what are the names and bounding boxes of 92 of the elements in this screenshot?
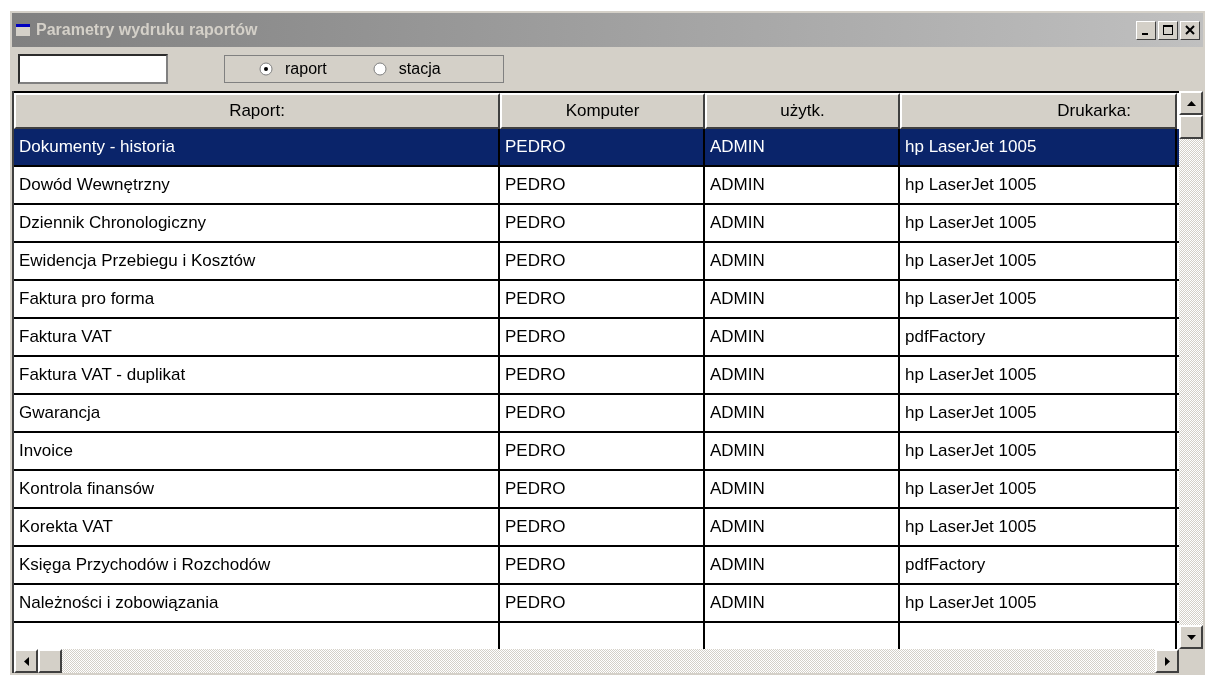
- table-cell: ADMIN: [705, 129, 900, 165]
- table-cell: PEDRO: [500, 509, 705, 545]
- table-cell: Dokumenty - historia: [14, 129, 500, 165]
- table-row[interactable]: Faktura VAT PEDRO ADMIN pdfFactory: [14, 319, 1179, 357]
- table-cell: Kontrola finansów: [14, 471, 500, 507]
- table-row[interactable]: Dowód Wewnętrzny PEDRO ADMIN hp LaserJet 1005: [14, 167, 1179, 205]
- table-cell: ADMIN: [705, 433, 900, 469]
- table-row[interactable]: Faktura VAT - duplikat PEDRO ADMIN hp LaserJet 1005: [14, 357, 1179, 395]
- table-cell: ADMIN: [705, 205, 900, 241]
- table-cell: PEDRO: [500, 129, 705, 165]
- search-field[interactable]: [18, 54, 168, 84]
- window-icon: [15, 23, 31, 37]
- table-cell: PEDRO: [500, 167, 705, 203]
- table-row[interactable]: Dziennik Chronologiczny PEDRO ADMIN hp LaserJet 1005: [14, 205, 1179, 243]
- table-cell: PEDRO: [500, 205, 705, 241]
- scroll-down-button[interactable]: [1179, 625, 1203, 649]
- minimize-button[interactable]: [1136, 20, 1156, 40]
- table-cell: hp LaserJet 1005: [900, 281, 1177, 317]
- table-cell: Invoice: [14, 433, 500, 469]
- scroll-thumb[interactable]: [38, 649, 62, 673]
- table-row[interactable]: Korekta VAT PEDRO ADMIN hp LaserJet 1005: [14, 509, 1179, 547]
- maximize-button[interactable]: [1158, 20, 1178, 40]
- table-cell: Księga Przychodów i Rozchodów: [14, 547, 500, 583]
- vertical-scrollbar[interactable]: [1179, 91, 1203, 649]
- table-row[interactable]: Księga Przychodów i Rozchodów PEDRO ADMIN pdfFactory: [14, 547, 1179, 585]
- table-cell: ADMIN: [705, 509, 900, 545]
- table-cell: pdfFactory: [900, 319, 1177, 355]
- table-cell: ADMIN: [705, 547, 900, 583]
- table-cell: ADMIN: [705, 167, 900, 203]
- table-cell: Faktura VAT - duplikat: [14, 357, 500, 393]
- table-cell: ADMIN: [705, 585, 900, 621]
- column-header[interactable]: Raport:: [14, 93, 500, 129]
- radio-option[interactable]: raport: [259, 60, 327, 78]
- column-header[interactable]: użytk.: [705, 93, 900, 129]
- maximize-icon: [1163, 25, 1173, 35]
- table-cell: hp LaserJet 1005: [900, 167, 1177, 203]
- table-cell: PEDRO: [500, 357, 705, 393]
- table-cell: PEDRO: [500, 243, 705, 279]
- table-cell: PEDRO: [500, 395, 705, 431]
- table-cell: hp LaserJet 1005: [900, 357, 1177, 393]
- table-cell: PEDRO: [500, 547, 705, 583]
- table-cell: hp LaserJet 1005: [900, 509, 1177, 545]
- table-cell: ADMIN: [705, 319, 900, 355]
- column-header[interactable]: Drukarka:: [900, 93, 1177, 129]
- table-cell: pdfFactory: [900, 547, 1177, 583]
- table-row[interactable]: Należności i zobowiązania PEDRO ADMIN hp LaserJet 1005: [14, 585, 1179, 623]
- table-cell: Faktura VAT: [14, 319, 500, 355]
- table-cell: hp LaserJet 1005: [900, 205, 1177, 241]
- table-cell: ADMIN: [705, 281, 900, 317]
- table-cell: Korekta VAT: [14, 509, 500, 545]
- table-cell: PEDRO: [500, 585, 705, 621]
- table-cell: Faktura pro forma: [14, 281, 500, 317]
- table-cell: PEDRO: [500, 433, 705, 469]
- table-row[interactable]: Dokumenty - historia PEDRO ADMIN hp LaserJet 1005: [14, 129, 1179, 167]
- table-cell: ADMIN: [705, 471, 900, 507]
- table-cell: hp LaserJet 1005: [900, 243, 1177, 279]
- table-cell: Dziennik Chronologiczny: [14, 205, 500, 241]
- table-cell: PEDRO: [500, 471, 705, 507]
- scroll-left-button[interactable]: [14, 649, 38, 673]
- table-cell: ADMIN: [705, 357, 900, 393]
- table-cell: hp LaserJet 1005: [900, 433, 1177, 469]
- scroll-thumb[interactable]: [1179, 115, 1203, 139]
- table-row[interactable]: Kontrola finansów PEDRO ADMIN hp LaserJet 1005: [14, 471, 1179, 509]
- minimize-icon: [1141, 33, 1148, 35]
- horizontal-scrollbar[interactable]: [12, 649, 1203, 673]
- close-button[interactable]: [1180, 20, 1200, 40]
- table-cell: Dowód Wewnętrzny: [14, 167, 500, 203]
- table-cell: ADMIN: [705, 243, 900, 279]
- table-cell: hp LaserJet 1005: [900, 471, 1177, 507]
- left-arrow-icon: [23, 656, 29, 666]
- table-cell: PEDRO: [500, 281, 705, 317]
- up-arrow-icon: [1186, 100, 1196, 106]
- table-cell: PEDRO: [500, 319, 705, 355]
- column-header[interactable]: Komputer: [500, 93, 705, 129]
- window-title: Parametry wydruku raportów: [36, 21, 259, 39]
- scroll-right-button[interactable]: [1155, 649, 1179, 673]
- table-row[interactable]: Invoice PEDRO ADMIN hp LaserJet 1005: [14, 433, 1179, 471]
- table-row[interactable]: Ewidencja Przebiegu i Kosztów PEDRO ADMIN hp LaserJet 1005: [14, 243, 1179, 281]
- table-cell: Należności i zobowiązania: [14, 585, 500, 621]
- table-cell: hp LaserJet 1005: [900, 585, 1177, 621]
- table-cell: Ewidencja Przebiegu i Kosztów: [14, 243, 500, 279]
- table-row[interactable]: Faktura pro forma PEDRO ADMIN hp LaserJet 1005: [14, 281, 1179, 319]
- down-arrow-icon: [1186, 634, 1196, 640]
- table-row[interactable]: Gwarancja PEDRO ADMIN hp LaserJet 1005: [14, 395, 1179, 433]
- radio-option[interactable]: stacja: [372, 60, 441, 78]
- table-cell: ADMIN: [705, 395, 900, 431]
- table-cell: hp LaserJet 1005: [900, 395, 1177, 431]
- close-icon: [1185, 25, 1195, 35]
- table-cell: Gwarancja: [14, 395, 500, 431]
- scroll-up-button[interactable]: [1179, 91, 1203, 115]
- table-cell: hp LaserJet 1005: [900, 129, 1177, 165]
- right-arrow-icon: [1164, 656, 1170, 666]
